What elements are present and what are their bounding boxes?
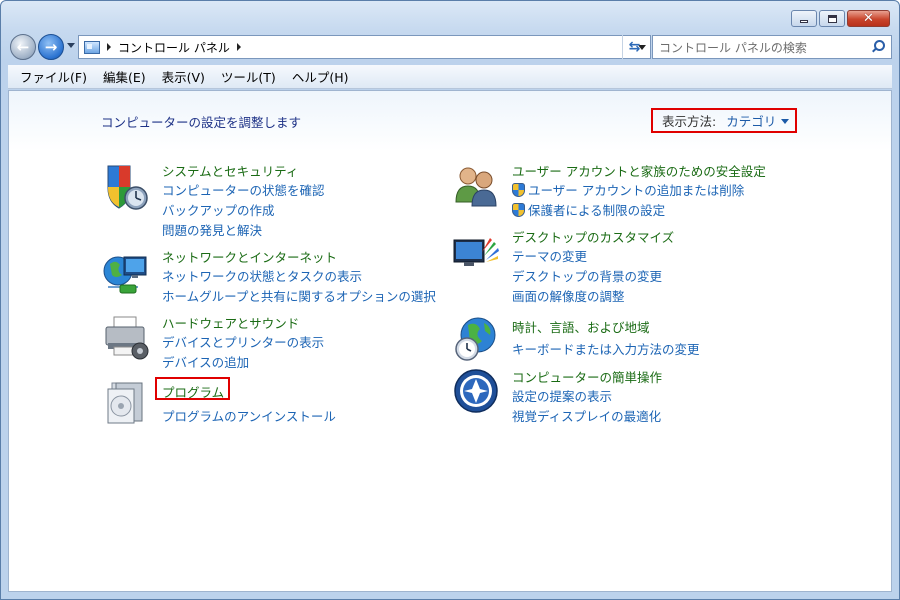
globe-clock-icon xyxy=(455,317,496,361)
back-button[interactable]: ← xyxy=(10,34,36,60)
chevron-down-icon[interactable] xyxy=(781,119,790,124)
maximize-icon xyxy=(827,14,837,23)
search-icon[interactable] xyxy=(871,40,885,54)
search-placeholder: コントロール パネルの検索 xyxy=(659,40,807,55)
category-title-ease-of-access[interactable]: コンピューターの簡単操作 xyxy=(512,367,662,386)
link-parental-controls-label: 保護者による制限の設定 xyxy=(528,203,666,218)
link-change-theme[interactable]: テーマの変更 xyxy=(512,246,587,265)
breadcrumb-chevron-icon[interactable] xyxy=(107,43,111,51)
link-parental-controls[interactable]: 保護者による制限の設定 xyxy=(512,200,665,219)
menu-bar: ファイル(F) 編集(E) 表示(V) ツール(T) ヘルプ(H) xyxy=(8,65,892,89)
link-homegroup-sharing[interactable]: ホームグループと共有に関するオプションの選択 xyxy=(162,286,436,305)
category-title-system-security[interactable]: システムとセキュリティ xyxy=(162,161,298,180)
link-adjust-resolution[interactable]: 画面の解像度の調整 xyxy=(512,286,625,305)
category-title-hardware-sound[interactable]: ハードウェアとサウンド xyxy=(162,313,299,332)
refresh-icon: ⇆ xyxy=(628,39,641,55)
users-icon xyxy=(455,167,497,207)
category-title-clock-language-region[interactable]: 時計、言語、および地域 xyxy=(512,317,650,336)
link-optimize-visual-display[interactable]: 視覚ディスプレイの最適化 xyxy=(512,406,661,425)
forward-arrow-icon: → xyxy=(44,37,58,56)
breadcrumb-control-panel[interactable]: コントロール パネル xyxy=(118,39,230,56)
menu-file[interactable]: ファイル(F) xyxy=(12,67,95,86)
link-check-computer-status[interactable]: コンピューターの状態を確認 xyxy=(162,180,325,199)
maximize-button[interactable] xyxy=(819,10,845,27)
programs-icon xyxy=(107,382,143,424)
recent-pages-dropdown[interactable] xyxy=(67,43,75,48)
control-panel-window: ✕ ← → コントロール パネル ⇆ コントロール パネルの検索 ファイル(F)… xyxy=(0,0,900,600)
link-suggest-settings[interactable]: 設定の提案の表示 xyxy=(512,386,612,405)
link-devices-printers[interactable]: デバイスとプリンターの表示 xyxy=(162,332,324,351)
forward-button[interactable]: → xyxy=(38,34,64,60)
uac-shield-icon xyxy=(512,203,525,217)
category-title-user-accounts[interactable]: ユーザー アカウントと家族のための安全設定 xyxy=(512,161,766,180)
caption-buttons: ✕ xyxy=(791,10,890,27)
minimize-icon xyxy=(800,19,808,23)
menu-tools[interactable]: ツール(T) xyxy=(213,67,284,86)
link-add-remove-user[interactable]: ユーザー アカウントの追加または削除 xyxy=(512,180,744,199)
menu-edit[interactable]: 編集(E) xyxy=(95,67,154,86)
menu-help[interactable]: ヘルプ(H) xyxy=(284,67,357,86)
close-icon: ✕ xyxy=(863,11,874,26)
shield-clock-icon xyxy=(107,165,148,210)
link-add-remove-user-label: ユーザー アカウントの追加または削除 xyxy=(528,183,745,198)
navigation-bar: ← → コントロール パネル ⇆ コントロール パネルの検索 xyxy=(10,33,892,61)
link-network-status-tasks[interactable]: ネットワークの状態とタスクの表示 xyxy=(162,266,362,285)
close-button[interactable]: ✕ xyxy=(847,10,890,27)
link-find-fix-problems[interactable]: 問題の発見と解決 xyxy=(162,220,262,239)
control-panel-icon xyxy=(84,40,100,54)
view-by-value[interactable]: カテゴリ xyxy=(726,111,776,130)
monitor-palette-icon xyxy=(453,238,499,266)
uac-shield-icon xyxy=(512,183,525,197)
link-uninstall-program[interactable]: プログラムのアンインストール xyxy=(162,406,336,425)
link-change-keyboard-input[interactable]: キーボードまたは入力方法の変更 xyxy=(512,339,700,358)
category-title-network-internet[interactable]: ネットワークとインターネット xyxy=(162,247,337,266)
main-content: コンピューターの設定を調整します 表示方法: カテゴリ システムとセキュリティ … xyxy=(8,90,892,592)
view-by-label: 表示方法: xyxy=(662,114,717,129)
menu-view[interactable]: 表示(V) xyxy=(154,67,213,86)
breadcrumb-chevron-icon[interactable] xyxy=(236,43,241,51)
search-input[interactable]: コントロール パネルの検索 xyxy=(652,35,892,59)
category-title-appearance[interactable]: デスクトップのカスタマイズ xyxy=(512,227,674,246)
printer-icon xyxy=(105,316,149,360)
globe-network-icon xyxy=(103,256,147,294)
link-change-desktop-background[interactable]: デスクトップの背景の変更 xyxy=(512,266,662,285)
address-bar[interactable]: コントロール パネル xyxy=(78,35,651,59)
ease-of-access-icon xyxy=(454,369,498,413)
page-title: コンピューターの設定を調整します xyxy=(101,115,302,130)
refresh-button[interactable]: ⇆ xyxy=(622,35,646,59)
view-by-selector[interactable]: 表示方法: カテゴリ xyxy=(651,108,797,133)
minimize-button[interactable] xyxy=(791,10,817,27)
link-create-backup[interactable]: バックアップの作成 xyxy=(162,200,275,219)
back-arrow-icon: ← xyxy=(16,37,30,56)
category-title-programs[interactable]: プログラム xyxy=(162,382,224,401)
link-add-device[interactable]: デバイスの追加 xyxy=(162,352,249,371)
